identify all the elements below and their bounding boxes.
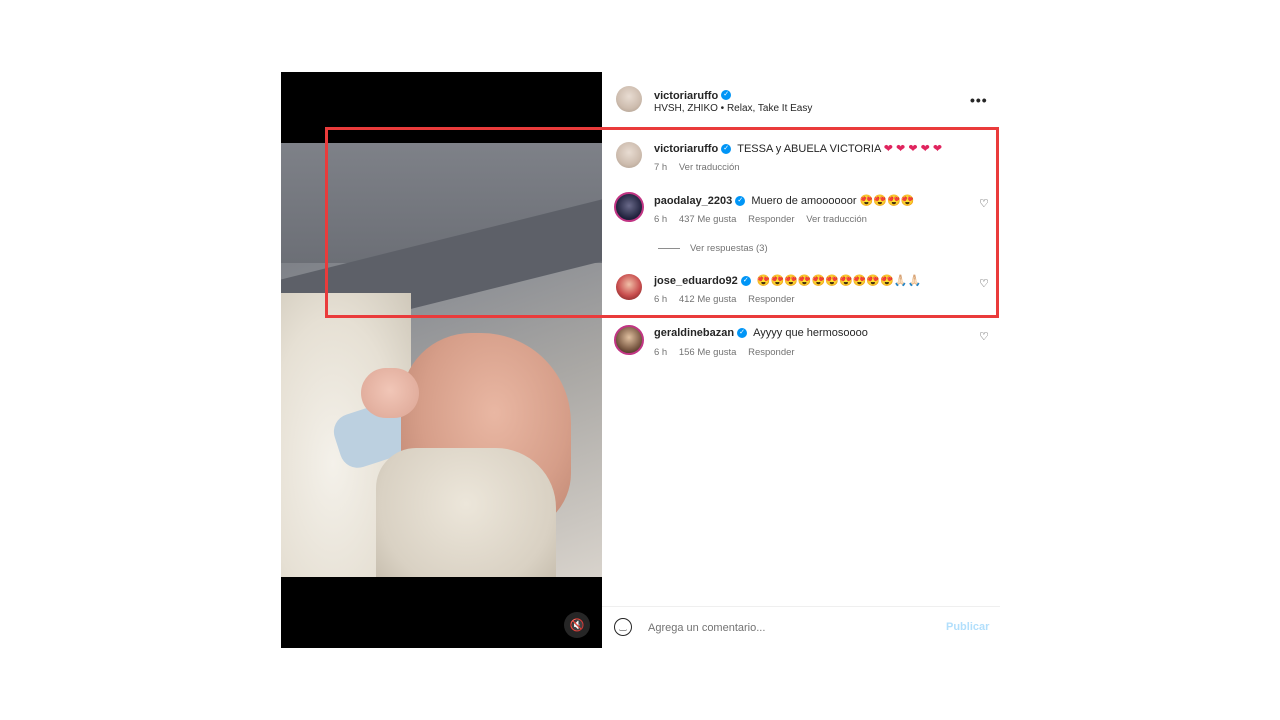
- comment-username[interactable]: geraldinebazan: [654, 327, 734, 339]
- heart-outline-icon: ♡: [979, 198, 989, 210]
- translate-link[interactable]: Ver traducción: [806, 214, 867, 225]
- comment-meta: 6 h 412 Me gusta Responder: [654, 294, 804, 305]
- comment-meta: 6 h 156 Me gusta Responder: [654, 347, 804, 358]
- comment-text: jose_eduardo92 ✓ 😍😍😍😍😍😍😍😍😍😍🙏🏻🙏🏻: [654, 274, 921, 287]
- reply-link[interactable]: Responder: [748, 347, 794, 358]
- comment-time: 7 h: [654, 162, 668, 173]
- view-replies-label: Ver respuestas (3): [690, 243, 768, 254]
- comment-time: 6 h: [654, 347, 668, 358]
- verified-badge-icon: ✓: [740, 276, 751, 287]
- comment-username[interactable]: paodalay_2203: [654, 195, 732, 207]
- view-replies-link[interactable]: Ver respuestas (3): [658, 243, 768, 254]
- comment-avatar[interactable]: [616, 274, 642, 300]
- comment-body: Ayyyy que hermosoooo: [753, 327, 868, 339]
- comment-emoji: 😍😍😍😍: [859, 195, 915, 207]
- comment-avatar[interactable]: [614, 192, 644, 222]
- post-photo: [281, 143, 602, 577]
- publish-button[interactable]: Publicar: [946, 621, 989, 633]
- mute-button[interactable]: 🔇: [564, 612, 590, 638]
- comment-meta: 7 h Ver traducción: [654, 162, 749, 173]
- post-media: 🔇: [281, 72, 602, 648]
- translate-link[interactable]: Ver traducción: [679, 162, 740, 173]
- comment-composer: ‿ Publicar: [602, 606, 1000, 649]
- comment-text: geraldinebazan ✓ Ayyyy que hermosoooo: [654, 327, 868, 339]
- comment-meta: 6 h 437 Me gusta Responder Ver traducció…: [654, 214, 876, 225]
- author-avatar[interactable]: [616, 86, 642, 112]
- comment-username[interactable]: victoriaruffo: [654, 143, 718, 155]
- comment-input[interactable]: [646, 617, 920, 639]
- comment-body: TESSA y ABUELA VICTORIA: [737, 143, 881, 155]
- comment-likes[interactable]: 437 Me gusta: [679, 214, 737, 225]
- author-line: victoriaruffo ✓: [654, 86, 732, 104]
- like-comment-button[interactable]: ♡: [979, 197, 989, 210]
- verified-badge-icon: ✓: [721, 144, 732, 155]
- reply-link[interactable]: Responder: [748, 294, 794, 305]
- more-horizontal-icon: •••: [970, 92, 988, 108]
- heart-outline-icon: ♡: [979, 331, 989, 343]
- speaker-muted-icon: 🔇: [569, 618, 585, 632]
- comment-likes[interactable]: 156 Me gusta: [679, 347, 737, 358]
- smiley-icon: ‿: [619, 621, 627, 631]
- post-sidebar: victoriaruffo ✓ HVSH, ZHIKO • Relax, Take…: [602, 72, 1000, 648]
- comment-likes[interactable]: 412 Me gusta: [679, 294, 737, 305]
- audio-track[interactable]: HVSH, ZHIKO • Relax, Take It Easy: [654, 103, 812, 114]
- post-header: victoriaruffo ✓ HVSH, ZHIKO • Relax, Take…: [602, 72, 1000, 126]
- like-comment-button[interactable]: ♡: [979, 330, 989, 343]
- instagram-post: 🔇 victoriaruffo ✓ HVSH, ZHIKO • Relax, Ta…: [281, 72, 1000, 648]
- comment-text: victoriaruffo ✓ TESSA y ABUELA VICTORIA ❤…: [654, 142, 942, 155]
- like-comment-button[interactable]: ♡: [979, 277, 989, 290]
- author-username[interactable]: victoriaruffo: [654, 90, 718, 102]
- comment-time: 6 h: [654, 214, 668, 225]
- emoji-picker-button[interactable]: ‿: [614, 618, 632, 636]
- more-options-button[interactable]: •••: [970, 92, 988, 108]
- verified-badge-icon: ✓: [721, 89, 732, 100]
- reply-link[interactable]: Responder: [748, 214, 794, 225]
- comment-emoji: 😍😍😍😍😍😍😍😍😍😍🙏🏻🙏🏻: [756, 275, 922, 287]
- comment-text: paodalay_2203 ✓ Muero de amoooooor 😍😍😍😍: [654, 194, 914, 207]
- verified-badge-icon: ✓: [737, 328, 748, 339]
- comment-time: 6 h: [654, 294, 668, 305]
- comment-emoji: ❤ ❤ ❤ ❤ ❤: [883, 143, 943, 155]
- comment-avatar[interactable]: [614, 325, 644, 355]
- verified-badge-icon: ✓: [735, 196, 746, 207]
- comment-username[interactable]: jose_eduardo92: [654, 275, 738, 287]
- comment-avatar[interactable]: [616, 142, 642, 168]
- comment-body: Muero de amoooooor: [751, 195, 857, 207]
- heart-outline-icon: ♡: [979, 278, 989, 290]
